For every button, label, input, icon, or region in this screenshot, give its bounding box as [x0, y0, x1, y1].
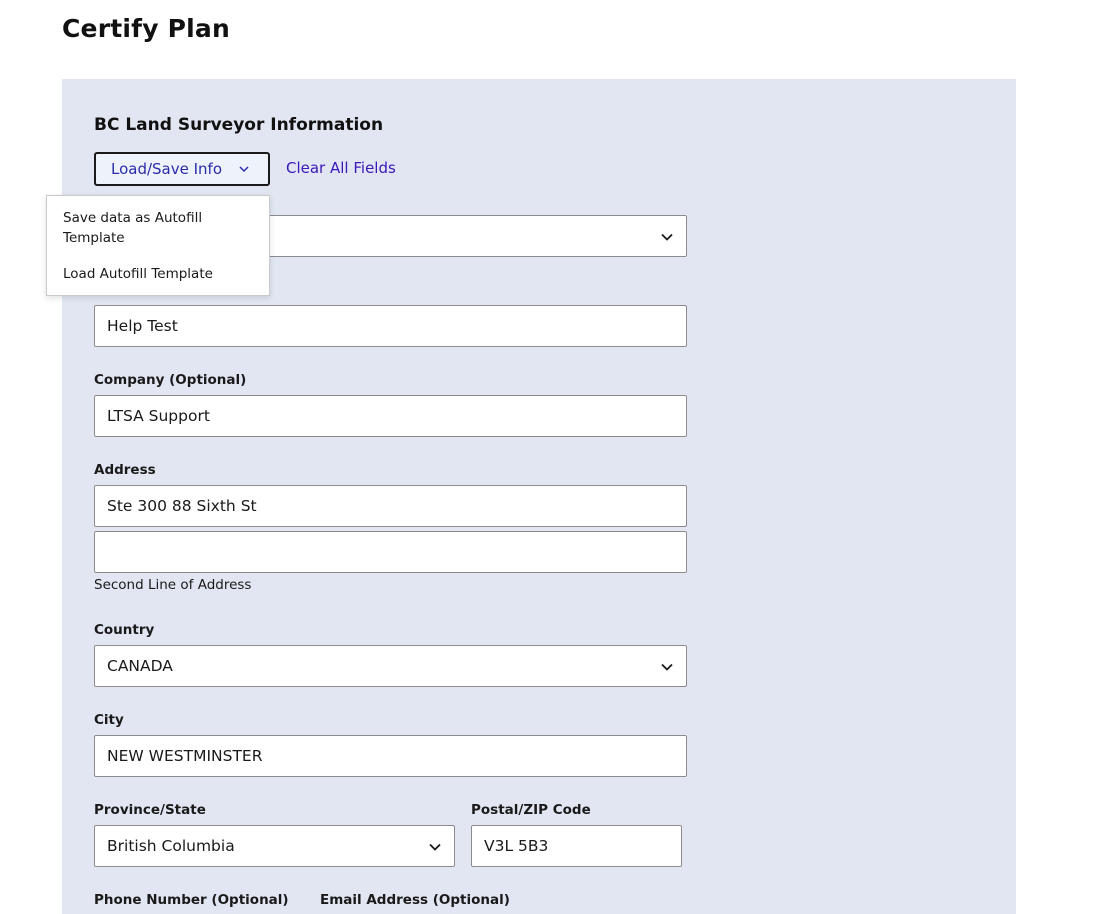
province-value: British Columbia [107, 837, 235, 855]
chevron-down-icon [429, 843, 441, 851]
province-select[interactable]: British Columbia [94, 825, 455, 867]
city-label: City [94, 712, 124, 728]
surveyor-name-input[interactable]: Help Test [94, 305, 687, 347]
chevron-down-icon [661, 663, 673, 671]
company-label: Company (Optional) [94, 372, 247, 388]
section-title: BC Land Surveyor Information [94, 115, 384, 135]
address-label: Address [94, 462, 156, 478]
address-line2-input[interactable] [94, 531, 687, 573]
city-input[interactable]: NEW WESTMINSTER [94, 735, 687, 777]
company-value: LTSA Support [107, 407, 210, 425]
postal-value: V3L 5B3 [484, 837, 549, 855]
load-save-info-label: Load/Save Info [111, 160, 223, 178]
company-input[interactable]: LTSA Support [94, 395, 687, 437]
address-line1-input[interactable]: Ste 300 88 Sixth St [94, 485, 687, 527]
page-title: Certify Plan [62, 14, 230, 43]
postal-code-input[interactable]: V3L 5B3 [471, 825, 682, 867]
chevron-down-icon [661, 233, 673, 241]
province-label: Province/State [94, 802, 206, 818]
address-line1-value: Ste 300 88 Sixth St [107, 497, 257, 515]
save-autofill-template-item[interactable]: Save data as Autofill Template [63, 208, 253, 248]
clear-all-fields-link[interactable]: Clear All Fields [286, 159, 396, 177]
address-line2-helper: Second Line of Address [94, 577, 252, 593]
country-label: Country [94, 622, 155, 638]
surveyor-name-value: Help Test [107, 317, 178, 335]
country-select[interactable]: CANADA [94, 645, 687, 687]
postal-label: Postal/ZIP Code [471, 802, 591, 818]
city-value: NEW WESTMINSTER [107, 747, 263, 765]
load-save-info-button[interactable]: Load/Save Info [94, 152, 270, 186]
load-save-dropdown-menu: Save data as Autofill Template Load Auto… [46, 195, 270, 296]
country-value: CANADA [107, 657, 173, 675]
email-label: Email Address (Optional) [320, 892, 510, 908]
chevron-down-icon [239, 166, 249, 173]
phone-label: Phone Number (Optional) [94, 892, 289, 908]
load-autofill-template-item[interactable]: Load Autofill Template [63, 264, 253, 284]
